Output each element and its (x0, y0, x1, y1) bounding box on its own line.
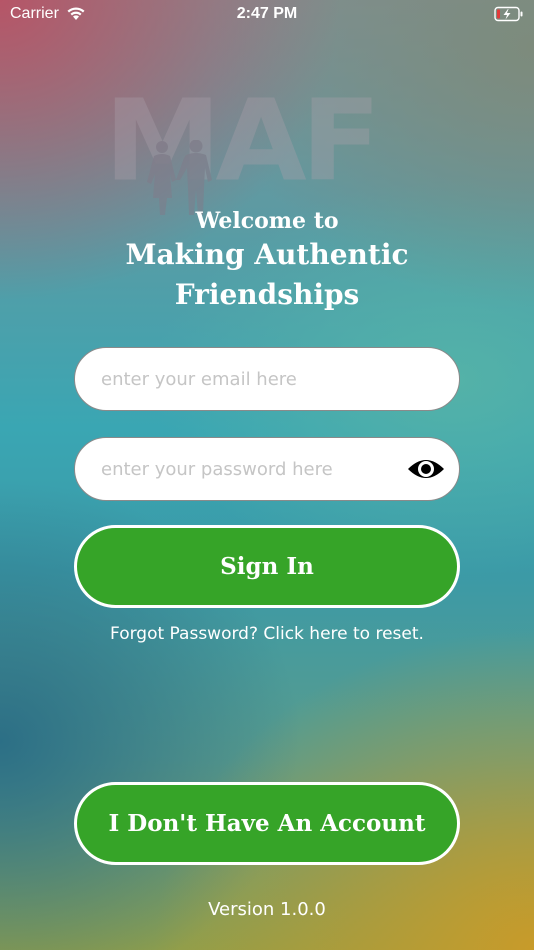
app-name-line-1: Making Authentic (125, 238, 409, 271)
welcome-to-text: Welcome to (195, 208, 339, 234)
maf-logo: MAF (104, 80, 430, 215)
battery-charging-icon (494, 6, 523, 22)
status-time: 2:47 PM (236, 5, 298, 22)
email-field-container (74, 347, 460, 411)
email-field[interactable] (101, 348, 401, 410)
sign-in-button[interactable]: Sign In (74, 525, 460, 608)
password-field[interactable] (101, 438, 401, 500)
password-field-container (74, 437, 460, 501)
couple-silhouette-icon (147, 140, 212, 215)
forgot-password-link[interactable]: Forgot Password? Click here to reset. (0, 624, 534, 644)
version-label: Version 1.0.0 (208, 899, 326, 920)
eye-icon[interactable] (407, 455, 445, 483)
no-account-button[interactable]: I Don't Have An Account (74, 782, 460, 865)
app-name-line-2: Friendships (174, 278, 360, 311)
status-bar: Carrier 2:47 PM (0, 0, 534, 30)
